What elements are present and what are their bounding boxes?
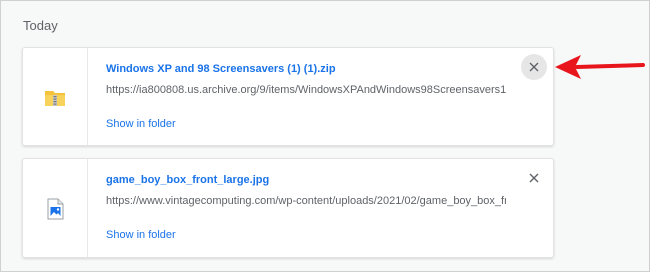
file-name-link[interactable]: Windows XP and 98 Screensavers (1) (1).z… [106, 63, 336, 75]
section-heading-today: Today [23, 18, 58, 33]
image-file-icon [47, 198, 64, 220]
show-in-folder-link[interactable]: Show in folder [106, 118, 176, 130]
show-in-folder-link[interactable]: Show in folder [106, 229, 176, 241]
file-name-link[interactable]: game_boy_box_front_large.jpg [106, 174, 269, 186]
download-item: Windows XP and 98 Screensavers (1) (1).z… [22, 47, 554, 146]
file-source-url: https://ia800808.us.archive.org/9/items/… [106, 84, 506, 96]
downloads-page: Today Windows XP and 98 Screensavers (1)… [0, 0, 650, 272]
close-icon [529, 62, 539, 72]
remove-download-button[interactable] [521, 165, 547, 191]
zip-folder-icon [45, 91, 65, 106]
annotation-arrow-icon [555, 55, 645, 79]
file-icon-column [23, 159, 88, 257]
download-item: game_boy_box_front_large.jpg https://www… [22, 158, 554, 258]
file-icon-column [23, 48, 88, 145]
close-icon [529, 173, 539, 183]
file-source-url: https://www.vintagecomputing.com/wp-cont… [106, 195, 506, 207]
remove-download-button[interactable] [521, 54, 547, 80]
